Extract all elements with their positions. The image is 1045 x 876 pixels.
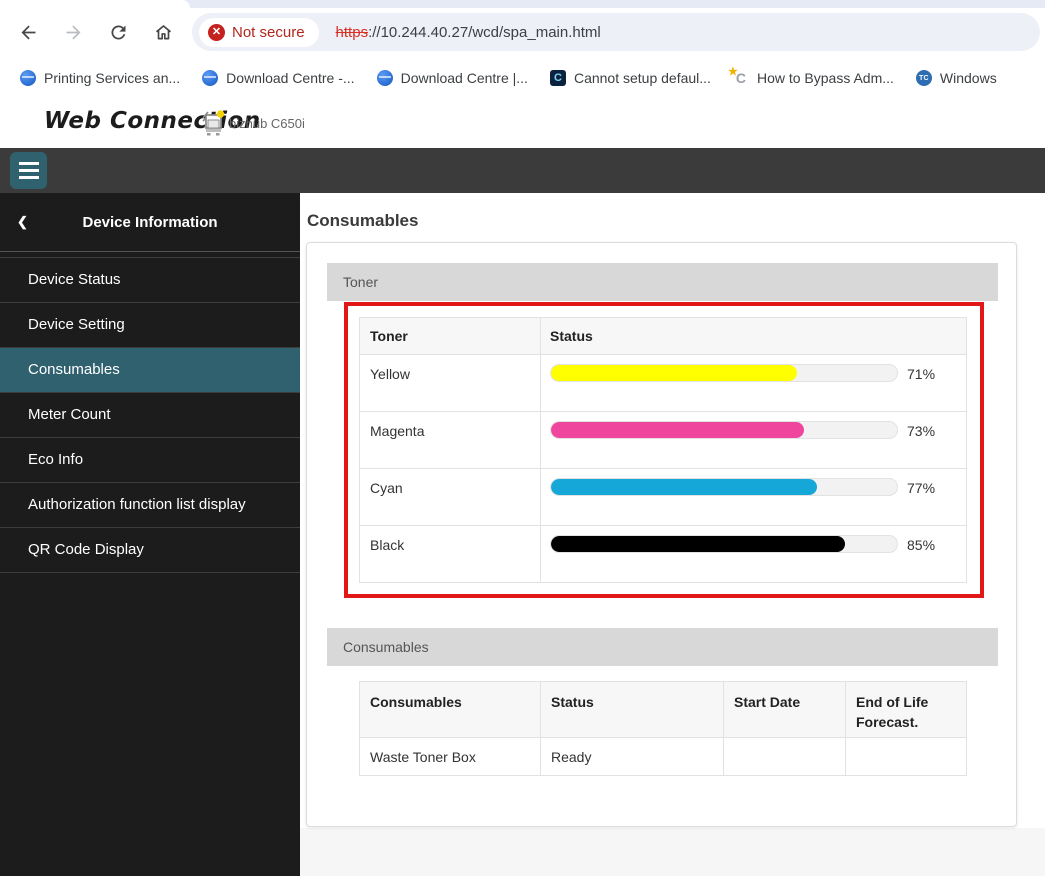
page-title: Consumables xyxy=(307,211,418,231)
toner-name: Cyan xyxy=(360,469,541,525)
toner-level-fill xyxy=(551,422,804,438)
forward-arrow-icon xyxy=(63,22,84,43)
bookmark-windows[interactable]: TC Windows xyxy=(916,70,997,86)
not-secure-label: Not secure xyxy=(232,24,305,41)
consumables-col-header: Consumables xyxy=(360,682,541,737)
toner-name: Black xyxy=(360,526,541,582)
browser-toolbar: ✕ Not secure https://10.244.40.27/wcd/sp… xyxy=(0,8,1045,56)
toner-name: Magenta xyxy=(360,412,541,468)
bookmarks-bar: Printing Services an... Download Centre … xyxy=(0,56,1045,100)
back-arrow-icon xyxy=(18,22,39,43)
toner-level-gauge xyxy=(550,421,898,439)
toner-table-header: Toner Status xyxy=(359,317,967,355)
back-button[interactable] xyxy=(11,15,45,49)
globe-blue-icon xyxy=(20,70,36,86)
url-scheme-strikethrough: https xyxy=(336,24,369,41)
bookmark-label: Windows xyxy=(940,70,997,86)
consumable-end-of-life xyxy=(846,738,966,775)
main-content: Consumables Toner Toner Status Yellow 71… xyxy=(300,193,1045,876)
sidebar-item-device-status[interactable]: Device Status xyxy=(0,258,300,303)
app-header: Web Connection bizhub C650i xyxy=(0,100,1045,148)
toner-row-black: Black 85% xyxy=(359,526,967,583)
top-menubar xyxy=(0,148,1045,193)
toner-row-yellow: Yellow 71% xyxy=(359,355,967,412)
device-model-label: bizhub C650i xyxy=(229,116,305,131)
sidebar-title: Device Information xyxy=(82,214,217,231)
consumables-table-header: Consumables Status Start Date End of Lif… xyxy=(359,681,967,738)
forward-button[interactable] xyxy=(56,15,90,49)
bookmark-cannot-setup[interactable]: C Cannot setup defaul... xyxy=(550,70,711,86)
sidebar-item-consumables[interactable]: Consumables xyxy=(0,348,300,393)
toner-level-gauge xyxy=(550,478,898,496)
sidebar-item-device-setting[interactable]: Device Setting xyxy=(0,303,300,348)
toner-level-gauge xyxy=(550,535,898,553)
sidebar-header: ❮ Device Information xyxy=(0,193,300,252)
printer-icon xyxy=(199,108,226,143)
status-col-header: Status xyxy=(541,328,966,344)
tc-circle-icon: TC xyxy=(916,70,932,86)
consumables-section-header: Consumables xyxy=(327,628,998,666)
bookmark-label: How to Bypass Adm... xyxy=(757,70,894,86)
address-bar[interactable]: ✕ Not secure https://10.244.40.27/wcd/sp… xyxy=(192,13,1040,51)
sidebar-item-qr-code[interactable]: QR Code Display xyxy=(0,528,300,573)
globe-blue-icon xyxy=(202,70,218,86)
bookmark-download-centre-2[interactable]: Download Centre |... xyxy=(377,70,528,86)
hamburger-icon xyxy=(19,162,39,165)
refresh-icon xyxy=(108,22,129,43)
bookmark-printing-services[interactable]: Printing Services an... xyxy=(20,70,180,86)
consumables-card: Toner Toner Status Yellow 71% Magenta 73… xyxy=(306,242,1017,827)
toner-row-cyan: Cyan 77% xyxy=(359,469,967,526)
toner-percent-label: 71% xyxy=(907,366,935,382)
toner-percent-label: 85% xyxy=(907,537,935,553)
consumable-status: Ready xyxy=(541,738,724,775)
consumable-row-waste-toner-box: Waste Toner Box Ready xyxy=(359,738,967,776)
sidebar-nav-list: Device Status Device Setting Consumables… xyxy=(0,257,300,573)
toner-level-gauge xyxy=(550,364,898,382)
toner-col-header: Toner xyxy=(360,318,541,354)
sidebar-item-authorization-list[interactable]: Authorization function list display xyxy=(0,483,300,528)
chevron-left-icon[interactable]: ❮ xyxy=(17,214,28,230)
toner-section-header: Toner xyxy=(327,263,998,301)
toner-percent-label: 77% xyxy=(907,480,935,496)
globe-blue-icon xyxy=(377,70,393,86)
bookmark-label: Printing Services an... xyxy=(44,70,180,86)
navy-square-icon: C xyxy=(550,70,566,86)
active-tab[interactable] xyxy=(0,0,190,8)
toner-level-fill xyxy=(551,536,845,552)
not-secure-icon: ✕ xyxy=(208,24,225,41)
url-rest: ://10.244.40.27/wcd/spa_main.html xyxy=(368,24,601,41)
sidebar: ❮ Device Information Device Status Devic… xyxy=(0,193,300,876)
toner-row-magenta: Magenta 73% xyxy=(359,412,967,469)
bookmark-how-to-bypass[interactable]: C How to Bypass Adm... xyxy=(733,70,894,86)
not-secure-chip[interactable]: ✕ Not secure xyxy=(199,18,319,47)
tab-strip xyxy=(0,0,1045,8)
consumable-start-date xyxy=(724,738,846,775)
star-c-icon: C xyxy=(733,70,749,86)
url-text[interactable]: https://10.244.40.27/wcd/spa_main.html xyxy=(336,24,601,41)
status-col-header: Status xyxy=(541,682,724,737)
end-of-life-col-header: End of Life Forecast. xyxy=(846,682,966,737)
bookmark-label: Cannot setup defaul... xyxy=(574,70,711,86)
bookmark-label: Download Centre -... xyxy=(226,70,354,86)
toner-level-fill xyxy=(551,479,817,495)
sidebar-item-meter-count[interactable]: Meter Count xyxy=(0,393,300,438)
consumable-name: Waste Toner Box xyxy=(360,738,541,775)
consumables-table: Consumables Status Start Date End of Lif… xyxy=(359,681,967,776)
toner-name: Yellow xyxy=(360,355,541,411)
refresh-button[interactable] xyxy=(101,15,135,49)
start-date-col-header: Start Date xyxy=(724,682,846,737)
sidebar-item-eco-info[interactable]: Eco Info xyxy=(0,438,300,483)
toner-percent-label: 73% xyxy=(907,423,935,439)
home-button[interactable] xyxy=(146,15,180,49)
hamburger-menu-button[interactable] xyxy=(10,152,47,189)
bookmark-label: Download Centre |... xyxy=(401,70,528,86)
home-icon xyxy=(153,22,174,43)
page-background xyxy=(300,828,1045,876)
toner-level-fill xyxy=(551,365,797,381)
bookmark-download-centre-1[interactable]: Download Centre -... xyxy=(202,70,354,86)
toner-table: Toner Status Yellow 71% Magenta 73% Cyan xyxy=(359,317,967,583)
